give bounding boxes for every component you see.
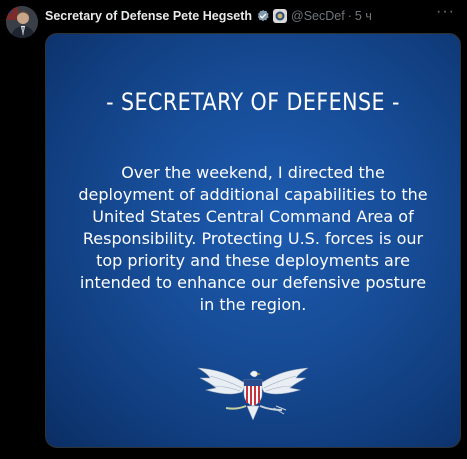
post-time[interactable]: 5 ч [355, 9, 372, 23]
post-image-card[interactable]: - SECRETARY OF DEFENSE - Over the weeken… [45, 33, 461, 448]
card-body-text: Over the weekend, I directed the deploym… [78, 163, 428, 314]
author-name[interactable]: Secretary of Defense Pete Hegseth [45, 9, 252, 23]
government-seal-icon[interactable] [273, 9, 288, 23]
post-header: Secretary of Defense Pete Hegseth @SecDe… [45, 8, 372, 24]
author-handle[interactable]: @SecDef [291, 9, 345, 23]
card-title: - SECRETARY OF DEFENSE - [106, 88, 400, 116]
author-avatar[interactable] [6, 6, 38, 38]
separator-dot: · [347, 9, 352, 23]
eagle-emblem-icon [196, 364, 310, 426]
verified-badge-icon[interactable] [256, 9, 270, 23]
more-options-icon[interactable]: ··· [436, 3, 455, 21]
